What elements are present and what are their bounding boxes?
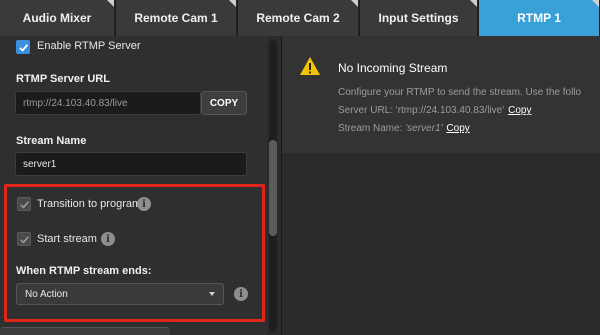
- transition-to-program-label: Transition to program: [37, 198, 142, 210]
- tab-rtmp-1[interactable]: RTMP 1: [479, 0, 600, 36]
- copy-stream-name-link[interactable]: Copy: [446, 123, 469, 134]
- stream-name-value: server1: [23, 158, 57, 170]
- stream-name-label: Stream Name: [16, 135, 87, 147]
- tab-remote-cam-1[interactable]: Remote Cam 1: [116, 0, 237, 36]
- stream-ends-label: When RTMP stream ends:: [16, 265, 152, 277]
- stream-name-field[interactable]: server1: [15, 152, 247, 176]
- stream-ends-value: No Action: [25, 288, 68, 300]
- server-url-value: rtmp://24.103.40.83/live: [23, 97, 128, 109]
- tab-input-settings[interactable]: Input Settings: [360, 0, 478, 36]
- notice-instructions: Configure your RTMP to send the stream. …: [338, 87, 582, 98]
- tab-corner-indicator: [592, 0, 599, 7]
- copy-url-button[interactable]: COPY: [201, 91, 247, 115]
- checkmark-icon: [19, 200, 29, 209]
- info-glyph: i: [106, 233, 110, 245]
- notice-stream-name-text: Stream Name:: [338, 123, 406, 134]
- chevron-down-icon: [209, 292, 215, 296]
- notice-stream-name-value: 'server1': [405, 123, 443, 134]
- info-icon[interactable]: i: [101, 232, 115, 246]
- tab-corner-indicator: [107, 0, 114, 7]
- info-glyph: i: [239, 288, 243, 300]
- tab-remote-cam-2[interactable]: Remote Cam 2: [238, 0, 359, 36]
- copy-button-label: COPY: [209, 97, 239, 109]
- notice-server-url-line: Server URL: 'rtmp://24.103.40.83/live' Co…: [338, 105, 531, 116]
- bottom-button-edge[interactable]: [0, 327, 170, 335]
- start-stream-label: Start stream: [37, 233, 97, 245]
- info-icon[interactable]: i: [234, 287, 248, 301]
- tab-label: RTMP 1: [517, 11, 561, 25]
- tab-label: Audio Mixer: [22, 11, 92, 25]
- tab-corner-indicator: [229, 0, 236, 7]
- start-stream-checkbox[interactable]: [17, 232, 31, 246]
- tab-label: Remote Cam 2: [256, 11, 340, 25]
- enable-rtmp-server-checkbox[interactable]: [16, 40, 30, 54]
- tab-bar: Audio Mixer Remote Cam 1 Remote Cam 2 In…: [0, 0, 600, 36]
- tab-corner-indicator: [470, 0, 477, 7]
- server-url-field[interactable]: rtmp://24.103.40.83/live: [15, 91, 201, 115]
- server-url-label: RTMP Server URL: [16, 73, 110, 85]
- notice-title: No Incoming Stream: [338, 61, 448, 75]
- enable-rtmp-server-label: Enable RTMP Server: [37, 40, 141, 52]
- checkmark-icon: [18, 43, 28, 52]
- tab-label: Input Settings: [378, 11, 459, 25]
- copy-server-url-link[interactable]: Copy: [508, 105, 531, 116]
- checkmark-icon: [19, 235, 29, 244]
- tab-audio-mixer[interactable]: Audio Mixer: [0, 0, 115, 36]
- notice-server-url-text: Server URL: 'rtmp://24.103.40.83/live': [338, 105, 505, 116]
- stream-ends-select[interactable]: No Action: [16, 283, 224, 305]
- tab-corner-indicator: [351, 0, 358, 7]
- info-icon[interactable]: i: [137, 197, 151, 211]
- transition-to-program-checkbox[interactable]: [17, 197, 31, 211]
- warning-icon: [300, 57, 320, 75]
- scrollbar-thumb[interactable]: [269, 140, 277, 236]
- notice-stream-name-line: Stream Name: 'server1' Copy: [338, 123, 470, 134]
- scrollbar-track[interactable]: [269, 40, 277, 332]
- tab-label: Remote Cam 1: [134, 11, 218, 25]
- info-glyph: i: [142, 198, 146, 210]
